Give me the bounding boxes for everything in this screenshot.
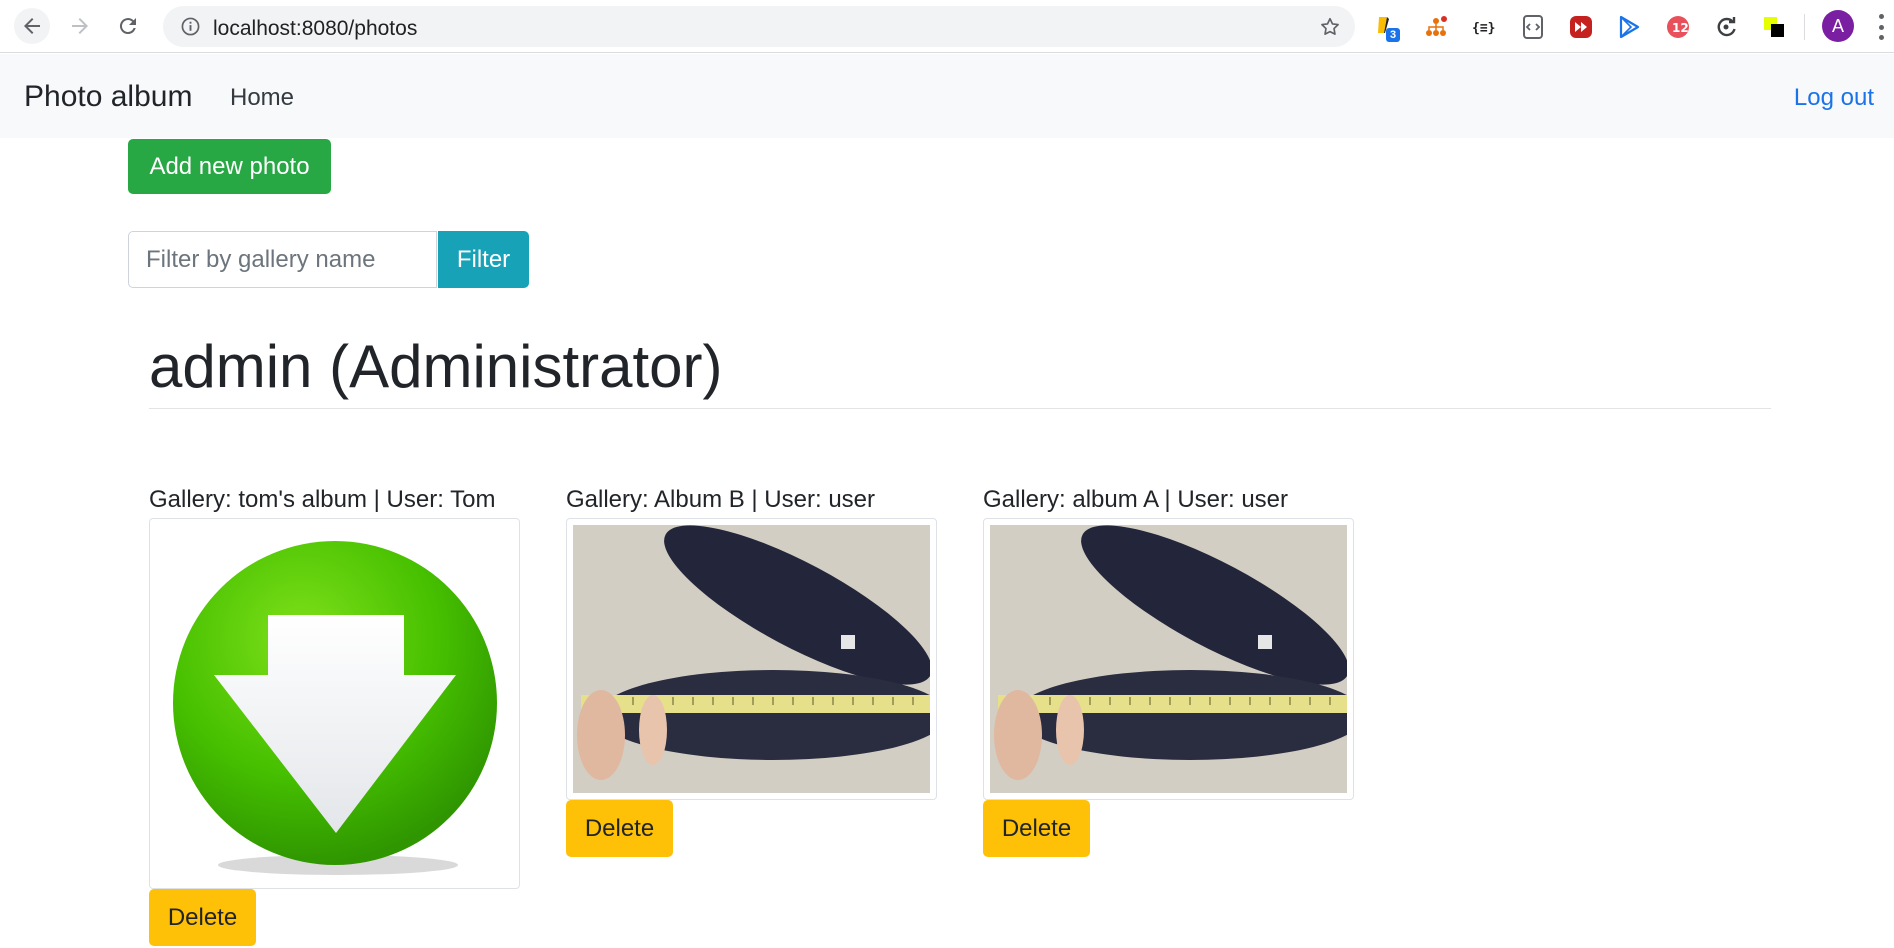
media-player-icon[interactable] (1566, 12, 1596, 42)
bookmark-star-icon[interactable] (1319, 16, 1341, 38)
navbar-brand[interactable]: Photo album (24, 80, 192, 114)
forward-arrow-icon (72, 18, 88, 34)
nav-home-link[interactable]: Home (230, 84, 294, 112)
forward-button[interactable] (62, 8, 98, 44)
url-text[interactable]: localhost:8080/photos (213, 17, 417, 41)
color-picker-icon[interactable] (1759, 12, 1789, 42)
photo-thumbnail (149, 518, 520, 889)
play-store-icon[interactable] (1614, 12, 1644, 42)
svg-text:{≡}: {≡} (1472, 21, 1495, 36)
delete-photo-button[interactable]: Delete (566, 800, 673, 857)
filter-button[interactable]: Filter (438, 231, 529, 288)
svg-text:12: 12 (1672, 21, 1689, 35)
delete-photo-button[interactable]: Delete (149, 889, 256, 946)
delete-photo-button[interactable]: Delete (983, 800, 1090, 857)
speed-tool-icon[interactable]: 12 (1663, 12, 1693, 42)
browser-menu-icon[interactable] (1878, 14, 1884, 40)
profile-avatar[interactable]: A (1822, 10, 1854, 42)
highlighter-extension-icon[interactable]: 3 (1372, 12, 1402, 42)
sitemap-extension-icon[interactable] (1421, 12, 1451, 42)
gallery-filter-input[interactable] (128, 231, 437, 288)
download-arrow-icon (156, 525, 513, 882)
reload-icon (119, 18, 136, 35)
extension-badge: 3 (1386, 28, 1401, 42)
photo-thumbnail (983, 518, 1354, 800)
address-bar[interactable]: localhost:8080/photos (163, 6, 1355, 47)
photo-card-label: Gallery: Album B | User: user (566, 486, 875, 513)
photo-card-label: Gallery: album A | User: user (983, 486, 1289, 513)
back-arrow-icon (24, 18, 40, 34)
shoe-insoles-photo (990, 525, 1347, 793)
shoe-insoles-photo (573, 525, 930, 793)
reload-button[interactable] (110, 8, 146, 44)
add-new-photo-button[interactable]: Add new photo (128, 139, 331, 194)
refresh-tool-icon[interactable] (1711, 12, 1741, 42)
browser-toolbar: localhost:8080/photos 3 {≡} 12 A (0, 0, 1894, 53)
photo-card-label: Gallery: tom's album | User: Tom (149, 486, 496, 513)
user-heading: admin (Administrator) (149, 333, 723, 400)
app-navbar: Photo album Home Log out (0, 54, 1894, 138)
json-viewer-icon[interactable]: {≡} (1469, 12, 1499, 42)
logout-link[interactable]: Log out (1794, 84, 1874, 112)
photo-thumbnail (566, 518, 937, 800)
toolbar-separator (1804, 14, 1805, 40)
section-divider (149, 408, 1771, 409)
code-inspector-icon[interactable] (1518, 12, 1548, 42)
back-button[interactable] (14, 8, 50, 44)
site-info-icon[interactable] (181, 17, 200, 36)
